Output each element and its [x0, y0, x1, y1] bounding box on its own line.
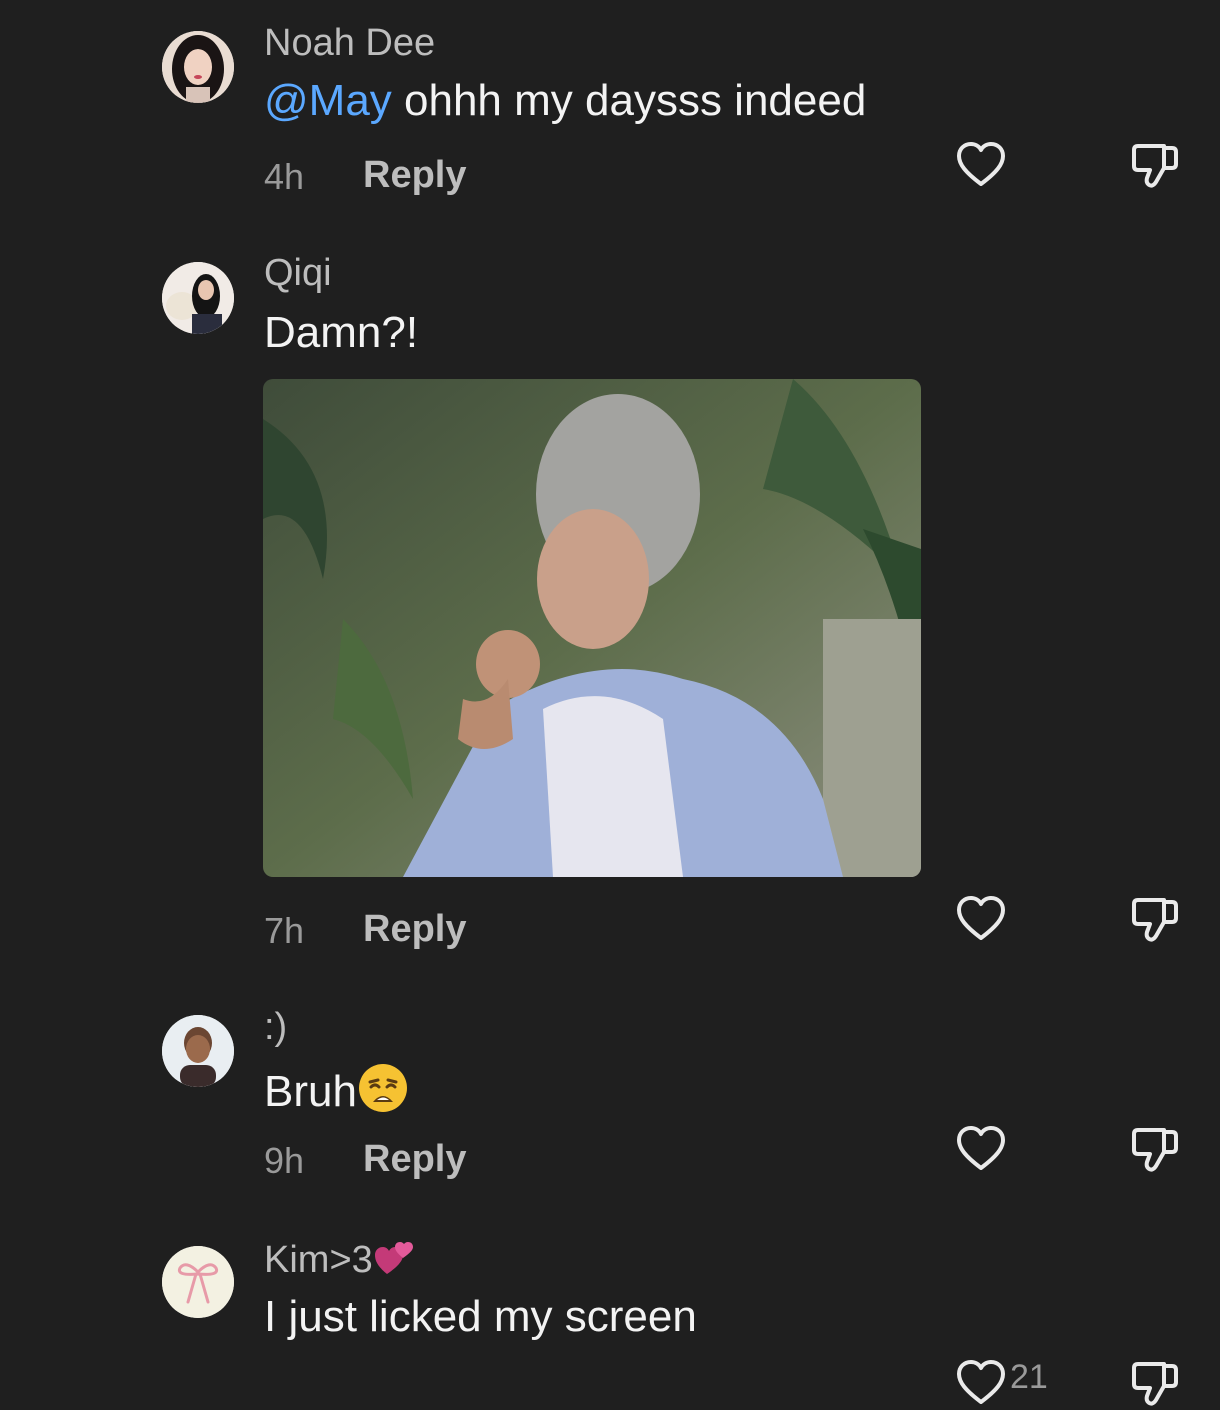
comment-text: I just licked my screen	[264, 1292, 697, 1341]
weary-face-icon	[357, 1062, 409, 1125]
avatar[interactable]	[162, 262, 234, 334]
comment-body: Bruh	[264, 1067, 357, 1116]
reply-button[interactable]: Reply	[363, 908, 466, 951]
comment-text: Bruh	[264, 1062, 409, 1125]
comment-username[interactable]: Qiqi	[264, 252, 332, 295]
revolving-hearts-icon	[373, 1236, 417, 1290]
heart-icon[interactable]	[955, 1358, 1007, 1410]
dislike-icon[interactable]	[1128, 894, 1180, 946]
heart-icon[interactable]	[955, 140, 1007, 192]
comment-item: Kim>3 I just licked my screen 21	[0, 1220, 1220, 1406]
comment-item: Noah Dee @May ohhh my daysss indeed 4h R…	[0, 0, 1220, 240]
comment-timestamp: 4h	[264, 156, 305, 197]
comment-timestamp: 7h	[264, 910, 305, 951]
comment-item: Qiqi Damn?! 7h Reply	[0, 240, 1220, 980]
avatar[interactable]	[162, 1246, 234, 1318]
comment-gif-image[interactable]	[263, 379, 921, 877]
comment-timestamp: 9h	[264, 1140, 305, 1181]
reply-button[interactable]: Reply	[363, 154, 466, 197]
comment-body: ohhh my daysss indeed	[391, 76, 867, 125]
mention-link[interactable]: @May	[264, 76, 392, 125]
heart-icon[interactable]	[955, 1124, 1007, 1176]
comment-text: Damn?!	[264, 308, 419, 357]
comment-text: @May ohhh my daysss indeed	[264, 76, 866, 126]
dislike-icon[interactable]	[1128, 1358, 1180, 1410]
comment-username[interactable]: Noah Dee	[264, 22, 435, 65]
comment-username[interactable]: Kim>3	[264, 1236, 417, 1290]
dislike-icon[interactable]	[1128, 140, 1180, 192]
avatar[interactable]	[162, 31, 234, 103]
heart-icon[interactable]	[955, 894, 1007, 946]
dislike-icon[interactable]	[1128, 1124, 1180, 1176]
comment-username[interactable]: :)	[264, 1006, 287, 1049]
comment-item: :) Bruh 9h Reply	[0, 980, 1220, 1220]
reply-button[interactable]: Reply	[363, 1138, 466, 1181]
avatar[interactable]	[162, 1015, 234, 1087]
like-count: 21	[1010, 1358, 1048, 1396]
username-text: Kim>3	[264, 1239, 373, 1281]
